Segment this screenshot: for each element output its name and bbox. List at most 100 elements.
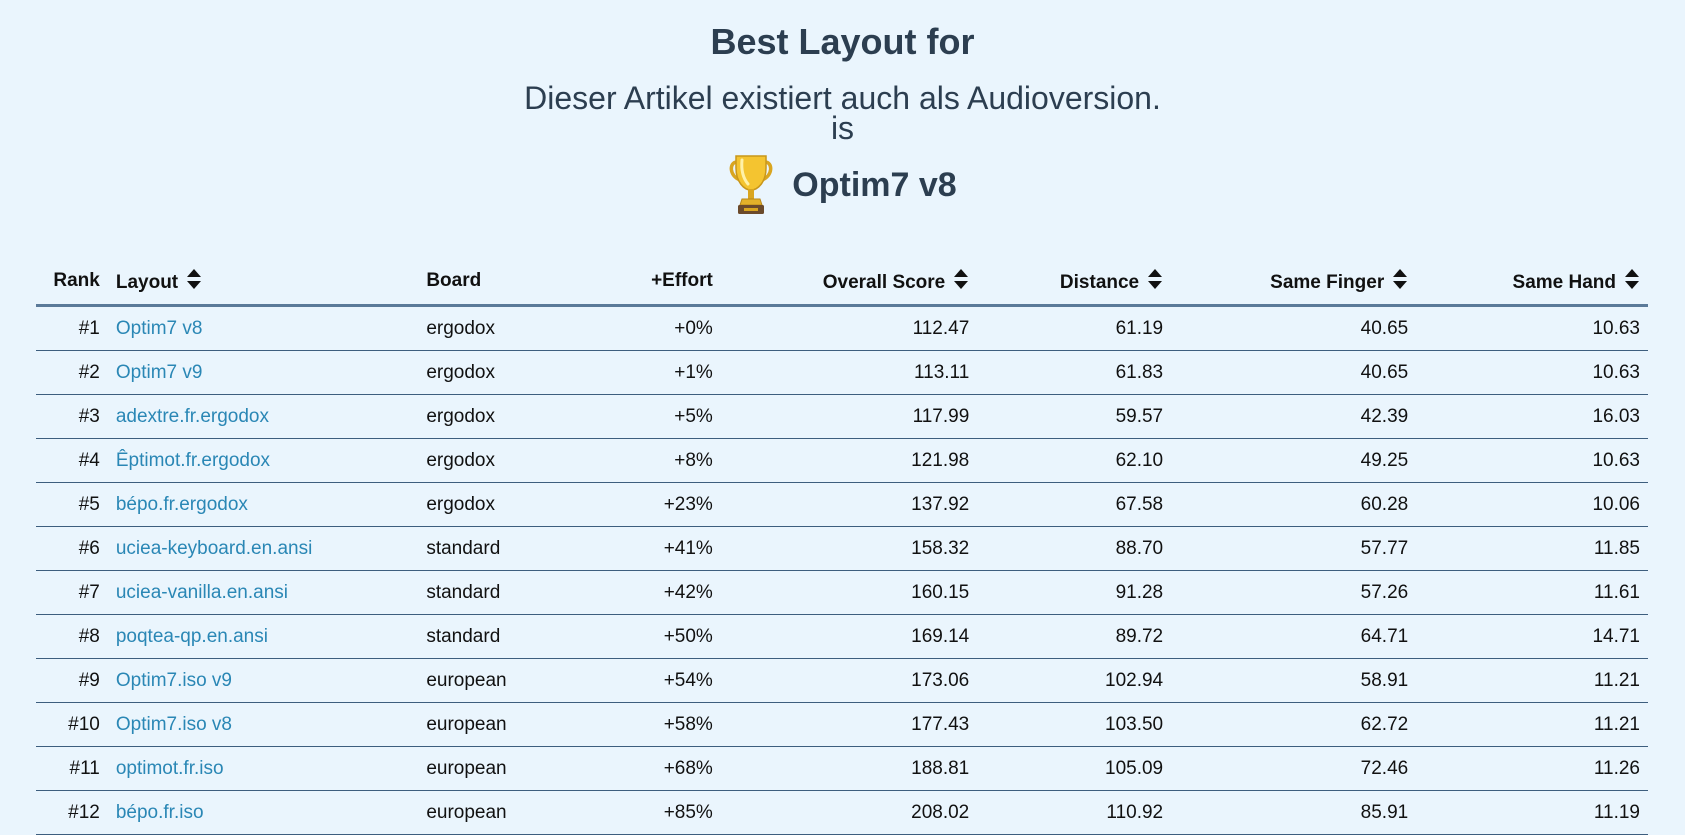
layout-link[interactable]: bépo.fr.iso [116, 802, 204, 823]
effort-cell: +5% [589, 394, 721, 439]
score-cell: 112.47 [720, 305, 978, 351]
layout-link[interactable]: Optim7 v8 [116, 318, 203, 339]
rank-cell: #4 [36, 438, 108, 483]
same-finger-cell: 57.26 [1171, 570, 1417, 615]
score-cell: 158.32 [720, 526, 978, 571]
effort-cell: +68% [589, 746, 721, 791]
column-header-rank: Rank [36, 258, 108, 307]
board-cell: standard [418, 614, 590, 659]
layout-link[interactable]: optimot.fr.iso [116, 758, 224, 779]
same-finger-cell: 58.91 [1171, 658, 1417, 703]
column-header-same-hand[interactable]: Same Hand [1416, 258, 1648, 307]
distance-cell: 61.19 [977, 305, 1172, 351]
column-header-rank-label: Rank [53, 270, 100, 291]
distance-cell: 67.58 [977, 482, 1172, 527]
effort-cell: +50% [589, 614, 721, 659]
distance-cell: 89.72 [977, 614, 1172, 659]
score-cell: 113.11 [720, 350, 978, 395]
layout-cell: Optim7.iso v9 [107, 658, 419, 703]
page-title: Best Layout for [710, 21, 975, 62]
effort-cell: +58% [589, 702, 721, 747]
layout-link[interactable]: uciea-keyboard.en.ansi [116, 538, 312, 559]
layout-cell: adextre.fr.ergodox [107, 394, 419, 439]
rank-cell: #7 [36, 570, 108, 615]
sort-icon[interactable] [1392, 268, 1408, 290]
column-header-overall-score[interactable]: Overall Score [720, 258, 978, 307]
layout-link[interactable]: Optim7 v9 [116, 362, 203, 383]
same-hand-cell: 11.21 [1416, 702, 1648, 747]
same-hand-cell: 10.63 [1416, 305, 1648, 351]
layout-link[interactable]: adextre.fr.ergodox [116, 406, 269, 427]
effort-cell: +23% [589, 482, 721, 527]
connector-text: is [830, 110, 855, 146]
rank-cell: #9 [36, 658, 108, 703]
column-header-same-finger[interactable]: Same Finger [1171, 258, 1417, 307]
layout-cell: uciea-vanilla.en.ansi [107, 570, 419, 615]
layout-link[interactable]: Optim7.iso v9 [116, 670, 232, 691]
trophy-icon [728, 152, 774, 218]
distance-cell: 88.70 [977, 526, 1172, 571]
score-cell: 117.99 [720, 394, 978, 439]
layout-link[interactable]: poqtea-qp.en.ansi [116, 626, 268, 647]
column-header-layout-label: Layout [115, 272, 179, 293]
layout-cell: Optim7 v9 [107, 350, 419, 395]
table-row: #3 adextre.fr.ergodox ergodox +5% 117.99… [36, 394, 1648, 439]
rank-cell: #1 [36, 305, 108, 351]
board-cell: ergodox [418, 438, 590, 483]
distance-cell: 102.94 [977, 658, 1172, 703]
table-row: #1 Optim7 v8 ergodox +0% 112.47 61.19 40… [36, 305, 1648, 351]
board-cell: standard [418, 570, 590, 615]
board-cell: european [418, 702, 590, 747]
table-body: #1 Optim7 v8 ergodox +0% 112.47 61.19 40… [36, 305, 1648, 835]
table-row: #7 uciea-vanilla.en.ansi standard +42% 1… [36, 570, 1648, 615]
column-header-same-finger-label: Same Finger [1270, 272, 1385, 293]
sort-icon[interactable] [953, 268, 969, 290]
effort-cell: +42% [589, 570, 721, 615]
rank-cell: #6 [36, 526, 108, 571]
score-cell: 160.15 [720, 570, 978, 615]
layout-link[interactable]: uciea-vanilla.en.ansi [116, 582, 288, 603]
header-row: Rank Layout Board +Effort Overall Score … [36, 258, 1648, 307]
column-header-layout[interactable]: Layout [107, 258, 419, 307]
winner-banner: Optim7 v8 [0, 152, 1685, 218]
layout-cell: Optim7 v8 [107, 305, 419, 351]
board-cell: ergodox [418, 305, 590, 351]
table-row: #9 Optim7.iso v9 european +54% 173.06 10… [36, 658, 1648, 703]
sort-icon[interactable] [1624, 268, 1640, 290]
effort-cell: +41% [589, 526, 721, 571]
rank-cell: #5 [36, 482, 108, 527]
sort-icon[interactable] [1147, 268, 1163, 290]
board-cell: standard [418, 526, 590, 571]
layout-cell: bépo.fr.ergodox [107, 482, 419, 527]
layout-link[interactable]: Optim7.iso v8 [116, 714, 232, 735]
layout-link[interactable]: bépo.fr.ergodox [116, 494, 248, 515]
score-cell: 173.06 [720, 658, 978, 703]
column-header-board: Board [418, 258, 590, 307]
same-hand-cell: 14.71 [1416, 614, 1648, 659]
same-hand-cell: 11.26 [1416, 746, 1648, 791]
effort-cell: +0% [589, 305, 721, 351]
column-header-distance[interactable]: Distance [977, 258, 1172, 307]
same-finger-cell: 60.28 [1171, 482, 1417, 527]
sort-icon[interactable] [186, 268, 202, 290]
distance-cell: 61.83 [977, 350, 1172, 395]
column-header-effort: +Effort [589, 258, 721, 307]
same-finger-cell: 62.72 [1171, 702, 1417, 747]
distance-cell: 103.50 [977, 702, 1172, 747]
table-header: Rank Layout Board +Effort Overall Score … [36, 258, 1648, 307]
rank-cell: #10 [36, 702, 108, 747]
layout-link[interactable]: Êptimot.fr.ergodox [116, 450, 270, 471]
layout-cell: poqtea-qp.en.ansi [107, 614, 419, 659]
table-row: #10 Optim7.iso v8 european +58% 177.43 1… [36, 702, 1648, 747]
same-hand-cell: 11.61 [1416, 570, 1648, 615]
same-finger-cell: 64.71 [1171, 614, 1417, 659]
rank-cell: #2 [36, 350, 108, 395]
distance-cell: 62.10 [977, 438, 1172, 483]
rank-cell: #11 [36, 746, 108, 791]
score-cell: 137.92 [720, 482, 978, 527]
effort-cell: +1% [589, 350, 721, 395]
layout-cell: Êptimot.fr.ergodox [107, 438, 419, 483]
board-cell: ergodox [418, 482, 590, 527]
same-finger-cell: 42.39 [1171, 394, 1417, 439]
column-header-score-label: Overall Score [822, 272, 946, 293]
